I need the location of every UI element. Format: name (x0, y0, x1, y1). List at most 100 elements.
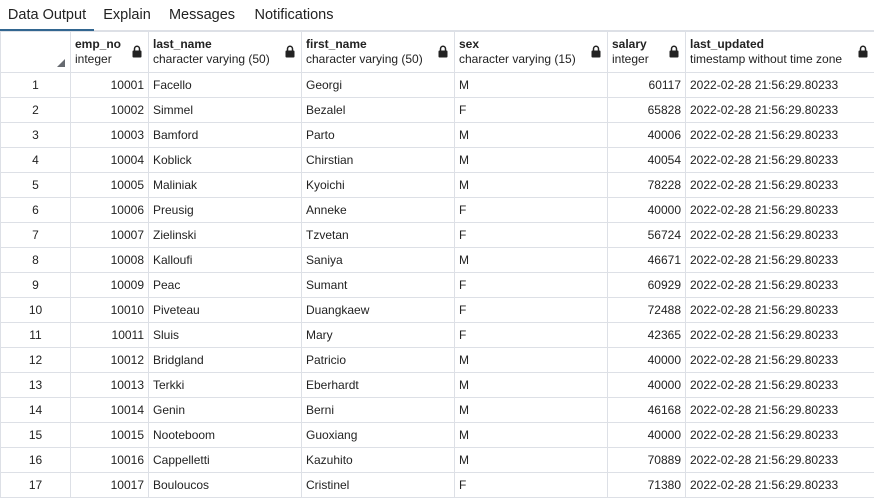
cell-last-updated[interactable]: 2022-02-28 21:56:29.80233 (685, 122, 874, 148)
cell-emp-no[interactable]: 10016 (70, 447, 149, 473)
cell-last-name[interactable]: Sluis (148, 322, 302, 348)
table-row[interactable]: 6 10006 Preusig Anneke F 40000 2022-02-28 21:5… (0, 197, 874, 223)
row-number[interactable]: 11 (0, 322, 71, 348)
cell-last-updated[interactable]: 2022-02-28 21:56:29.80233 (685, 147, 874, 173)
cell-sex[interactable]: F (454, 472, 608, 498)
cell-salary[interactable]: 60929 (607, 272, 686, 298)
cell-sex[interactable]: F (454, 97, 608, 123)
cell-first-name[interactable]: Guoxiang (301, 422, 455, 448)
table-row[interactable]: 11 10011 Sluis Mary F 42365 2022-02-28 21:56:2… (0, 322, 874, 348)
cell-emp-no[interactable]: 10009 (70, 272, 149, 298)
cell-salary[interactable]: 71380 (607, 472, 686, 498)
cell-last-updated[interactable]: 2022-02-28 21:56:29.80233 (685, 297, 874, 323)
cell-last-updated[interactable]: 2022-02-28 21:56:29.80233 (685, 422, 874, 448)
cell-sex[interactable]: M (454, 147, 608, 173)
column-header-salary[interactable]: salary integer (607, 31, 686, 73)
cell-first-name[interactable]: Mary (301, 322, 455, 348)
row-number[interactable]: 3 (0, 122, 71, 148)
cell-last-updated[interactable]: 2022-02-28 21:56:29.80233 (685, 447, 874, 473)
cell-last-name[interactable]: Simmel (148, 97, 302, 123)
cell-last-updated[interactable]: 2022-02-28 21:56:29.80233 (685, 472, 874, 498)
cell-first-name[interactable]: Parto (301, 122, 455, 148)
cell-sex[interactable]: M (454, 372, 608, 398)
row-number[interactable]: 15 (0, 422, 71, 448)
cell-salary[interactable]: 42365 (607, 322, 686, 348)
cell-first-name[interactable]: Patricio (301, 347, 455, 373)
cell-emp-no[interactable]: 10007 (70, 222, 149, 248)
table-row[interactable]: 12 10012 Bridgland Patricio M 40000 2022-02-28… (0, 347, 874, 373)
cell-sex[interactable]: M (454, 172, 608, 198)
cell-sex[interactable]: F (454, 272, 608, 298)
cell-last-name[interactable]: Nooteboom (148, 422, 302, 448)
cell-salary[interactable]: 60117 (607, 72, 686, 98)
cell-salary[interactable]: 40000 (607, 422, 686, 448)
cell-last-name[interactable]: Bamford (148, 122, 302, 148)
cell-last-updated[interactable]: 2022-02-28 21:56:29.80233 (685, 372, 874, 398)
row-number[interactable]: 17 (0, 472, 71, 498)
cell-sex[interactable]: M (454, 447, 608, 473)
column-header-sex[interactable]: sex character varying (15) (454, 31, 608, 73)
cell-last-updated[interactable]: 2022-02-28 21:56:29.80233 (685, 172, 874, 198)
cell-emp-no[interactable]: 10011 (70, 322, 149, 348)
table-row[interactable]: 9 10009 Peac Sumant F 60929 2022-02-28 21:56:2… (0, 272, 874, 298)
cell-last-name[interactable]: Piveteau (148, 297, 302, 323)
cell-sex[interactable]: M (454, 422, 608, 448)
cell-salary[interactable]: 72488 (607, 297, 686, 323)
cell-sex[interactable]: F (454, 322, 608, 348)
row-number[interactable]: 4 (0, 147, 71, 173)
cell-salary[interactable]: 46671 (607, 247, 686, 273)
cell-last-updated[interactable]: 2022-02-28 21:56:29.80233 (685, 197, 874, 223)
cell-first-name[interactable]: Sumant (301, 272, 455, 298)
cell-salary[interactable]: 40000 (607, 347, 686, 373)
table-row[interactable]: 15 10015 Nooteboom Guoxiang M 40000 2022-02-28… (0, 422, 874, 448)
cell-emp-no[interactable]: 10013 (70, 372, 149, 398)
table-row[interactable]: 10 10010 Piveteau Duangkaew F 72488 2022-02-28… (0, 297, 874, 323)
cell-first-name[interactable]: Duangkaew (301, 297, 455, 323)
cell-first-name[interactable]: Chirstian (301, 147, 455, 173)
cell-last-name[interactable]: Zielinski (148, 222, 302, 248)
table-row[interactable]: 1 10001 Facello Georgi M 60117 2022-02-28 21:5… (0, 72, 874, 98)
cell-salary[interactable]: 78228 (607, 172, 686, 198)
row-number[interactable]: 12 (0, 347, 71, 373)
cell-emp-no[interactable]: 10015 (70, 422, 149, 448)
row-number[interactable]: 16 (0, 447, 71, 473)
cell-salary[interactable]: 46168 (607, 397, 686, 423)
cell-last-name[interactable]: Bridgland (148, 347, 302, 373)
row-number[interactable]: 5 (0, 172, 71, 198)
table-row[interactable]: 13 10013 Terkki Eberhardt M 40000 2022-02-28 2… (0, 372, 874, 398)
row-number[interactable]: 7 (0, 222, 71, 248)
cell-emp-no[interactable]: 10002 (70, 97, 149, 123)
cell-first-name[interactable]: Tzvetan (301, 222, 455, 248)
table-row[interactable]: 16 10016 Cappelletti Kazuhito M 70889 2022-02-… (0, 447, 874, 473)
cell-last-name[interactable]: Terkki (148, 372, 302, 398)
cell-sex[interactable]: F (454, 222, 608, 248)
column-header-last-updated[interactable]: last_updated timestamp without time zone (685, 31, 874, 73)
tab-data-output[interactable]: Data Output (0, 0, 94, 31)
cell-first-name[interactable]: Kyoichi (301, 172, 455, 198)
cell-emp-no[interactable]: 10014 (70, 397, 149, 423)
cell-sex[interactable]: M (454, 247, 608, 273)
cell-last-updated[interactable]: 2022-02-28 21:56:29.80233 (685, 97, 874, 123)
select-all-corner[interactable] (0, 31, 71, 73)
cell-last-name[interactable]: Bouloucos (148, 472, 302, 498)
cell-salary[interactable]: 56724 (607, 222, 686, 248)
row-number[interactable]: 8 (0, 247, 71, 273)
cell-last-updated[interactable]: 2022-02-28 21:56:29.80233 (685, 272, 874, 298)
tab-explain[interactable]: Explain (96, 0, 158, 31)
cell-first-name[interactable]: Berni (301, 397, 455, 423)
cell-last-updated[interactable]: 2022-02-28 21:56:29.80233 (685, 322, 874, 348)
row-number[interactable]: 10 (0, 297, 71, 323)
cell-salary[interactable]: 40000 (607, 372, 686, 398)
row-number[interactable]: 14 (0, 397, 71, 423)
row-number[interactable]: 13 (0, 372, 71, 398)
cell-salary[interactable]: 65828 (607, 97, 686, 123)
column-header-first-name[interactable]: first_name character varying (50) (301, 31, 455, 73)
cell-emp-no[interactable]: 10005 (70, 172, 149, 198)
cell-salary[interactable]: 40006 (607, 122, 686, 148)
cell-emp-no[interactable]: 10012 (70, 347, 149, 373)
table-row[interactable]: 3 10003 Bamford Parto M 40006 2022-02-28 21:56… (0, 122, 874, 148)
cell-first-name[interactable]: Anneke (301, 197, 455, 223)
cell-first-name[interactable]: Saniya (301, 247, 455, 273)
tab-messages[interactable]: Messages (161, 0, 243, 31)
row-number[interactable]: 2 (0, 97, 71, 123)
